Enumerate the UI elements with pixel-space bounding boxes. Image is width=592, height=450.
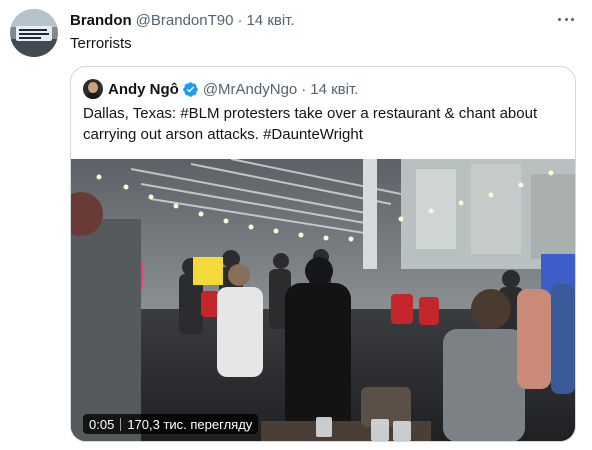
author-handle[interactable]: @BrandonT90 xyxy=(136,12,234,29)
badge-divider xyxy=(120,417,122,431)
author-name[interactable]: Brandon xyxy=(70,12,132,29)
separator-dot: · xyxy=(301,80,307,98)
tweet-text: Terrorists xyxy=(70,35,132,52)
video-player[interactable]: 0:05 170,3 тис. перегляду xyxy=(71,159,575,441)
quoted-author-name[interactable]: Andy Ngô xyxy=(108,81,179,98)
quoted-tweet-header: Andy Ngô @MrAndyNgo · 14 квіт. xyxy=(83,79,358,99)
separator-dot: · xyxy=(237,11,243,29)
quoted-author-avatar[interactable] xyxy=(83,79,103,99)
video-frame xyxy=(71,159,575,441)
quoted-tweet-date[interactable]: 14 квіт. xyxy=(310,81,358,98)
video-view-count: 170,3 тис. перегляду xyxy=(127,416,253,432)
more-horizontal-icon[interactable] xyxy=(556,10,576,28)
tweet-header: Brandon @BrandonT90 · 14 квіт. xyxy=(70,10,295,30)
verified-badge-icon xyxy=(183,81,198,97)
video-info-badge: 0:05 170,3 тис. перегляду xyxy=(83,414,259,434)
quoted-author-handle[interactable]: @MrAndyNgo xyxy=(203,81,297,98)
tweet-date[interactable]: 14 квіт. xyxy=(246,12,294,29)
video-duration: 0:05 xyxy=(89,416,115,432)
tweet[interactable]: Brandon @BrandonT90 · 14 квіт. Terrorist… xyxy=(0,0,592,450)
quoted-tweet-card[interactable]: Andy Ngô @MrAndyNgo · 14 квіт. Dallas, T… xyxy=(70,66,576,442)
quoted-tweet-text: Dallas, Texas: #BLM protesters take over… xyxy=(83,105,538,143)
author-avatar[interactable] xyxy=(10,9,58,57)
